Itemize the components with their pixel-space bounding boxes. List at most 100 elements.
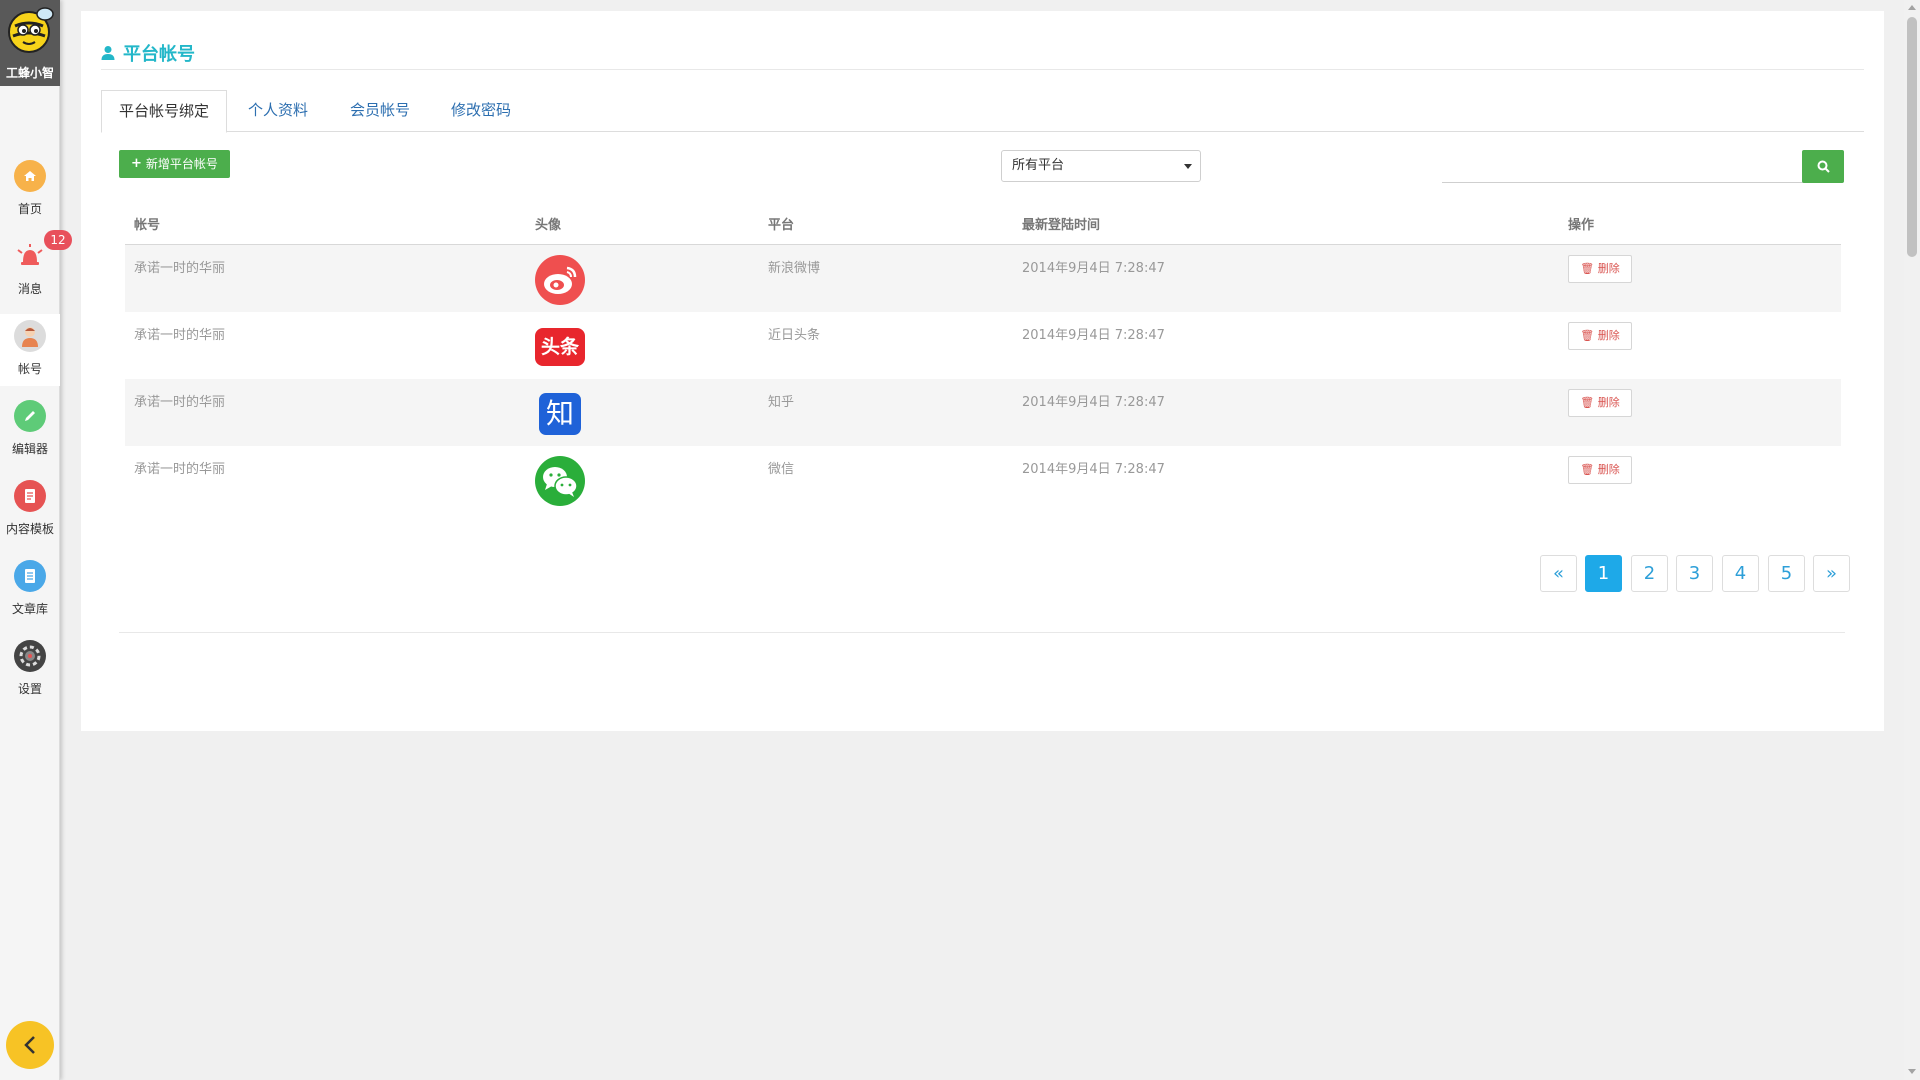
platform-cell: 微信 — [768, 462, 795, 477]
pagination-page-2[interactable]: 2 — [1631, 555, 1668, 592]
delete-button[interactable]: 🗑 删除 — [1568, 322, 1632, 350]
sidebar-item-label: 首页 — [17, 202, 42, 216]
delete-button[interactable]: 🗑 删除 — [1568, 456, 1632, 484]
plus-icon: + — [131, 156, 142, 171]
zhihu-icon: 知 — [535, 389, 585, 439]
user-icon — [101, 46, 115, 60]
sidebar-item-home[interactable]: 首页 — [0, 154, 60, 226]
delete-label: 删除 — [1597, 396, 1620, 409]
pagination-page-4[interactable]: 4 — [1722, 555, 1759, 592]
last-login-cell: 2014年9月4日 7:28:47 — [1022, 395, 1165, 410]
table-header: 帐号 头像 平台 最新登陆时间 操作 — [125, 209, 1841, 245]
delete-label: 删除 — [1597, 329, 1620, 342]
column-header-platform: 平台 — [768, 218, 795, 233]
tab-member-account[interactable]: 会员帐号 — [333, 90, 427, 132]
user-avatar-icon — [14, 320, 46, 352]
tab-change-password[interactable]: 修改密码 — [434, 90, 528, 132]
weibo-icon — [535, 255, 585, 305]
caret-down-icon — [1184, 164, 1192, 169]
toutiao-icon: 头条 — [535, 322, 585, 372]
platform-filter-value: 所有平台 — [1012, 158, 1065, 173]
scrollbar-thumb[interactable] — [1907, 17, 1917, 257]
column-header-avatar: 头像 — [535, 218, 562, 233]
delete-label: 删除 — [1597, 463, 1620, 476]
platform-filter-select[interactable]: 所有平台 — [1001, 150, 1201, 182]
add-button-label: 新增平台帐号 — [145, 157, 218, 171]
pencil-icon — [14, 400, 46, 432]
collapse-sidebar-button[interactable] — [6, 1021, 54, 1069]
trash-icon: 🗑 — [1580, 396, 1595, 409]
account-cell: 承诺一时的华丽 — [134, 462, 226, 477]
home-icon — [14, 160, 46, 192]
divider — [119, 632, 1845, 633]
brand[interactable]: 工蜂小智 — [0, 0, 60, 86]
pagination-page-5[interactable]: 5 — [1768, 555, 1805, 592]
search-input[interactable] — [1442, 150, 1804, 183]
last-login-cell: 2014年9月4日 7:28:47 — [1022, 328, 1165, 343]
scroll-down-icon[interactable] — [1908, 1069, 1916, 1074]
document-icon — [14, 560, 46, 592]
toutiao-logo-text: 头条 — [535, 328, 585, 366]
account-cell: 承诺一时的华丽 — [134, 328, 226, 343]
trash-icon: 🗑 — [1580, 463, 1595, 476]
account-cell: 承诺一时的华丽 — [134, 261, 226, 276]
template-icon — [14, 480, 46, 512]
scroll-up-icon[interactable] — [1908, 5, 1916, 10]
wechat-icon — [535, 456, 585, 506]
vertical-scrollbar[interactable] — [1904, 0, 1920, 1080]
sidebar-item-label: 内容模板 — [5, 522, 54, 536]
sidebar-item-articles[interactable]: 文章库 — [0, 554, 60, 626]
platform-cell: 新浪微博 — [768, 261, 821, 276]
sidebar-item-messages[interactable]: 12 消息 — [0, 230, 72, 306]
sidebar-item-label: 文章库 — [11, 602, 48, 616]
trash-icon: 🗑 — [1580, 262, 1595, 275]
alarm-bell-icon — [14, 240, 46, 272]
sidebar-item-label: 帐号 — [17, 362, 42, 376]
bee-mascot-icon — [8, 7, 54, 53]
sidebar-item-label: 设置 — [17, 682, 42, 696]
account-cell: 承诺一时的华丽 — [134, 395, 226, 410]
sidebar-item-label: 编辑器 — [11, 442, 48, 456]
column-header-actions: 操作 — [1568, 218, 1595, 233]
sidebar-item-label: 消息 — [17, 282, 42, 296]
column-header-account: 帐号 — [134, 218, 161, 233]
sidebar-item-settings[interactable]: 设置 — [0, 634, 60, 706]
column-header-last-login: 最新登陆时间 — [1022, 218, 1101, 233]
delete-label: 删除 — [1597, 262, 1620, 275]
pagination-page-3[interactable]: 3 — [1676, 555, 1713, 592]
tab-platform-binding[interactable]: 平台帐号绑定 — [101, 90, 228, 133]
sidebar-item-account[interactable]: 帐号 — [0, 314, 60, 386]
delete-button[interactable]: 🗑 删除 — [1568, 255, 1632, 283]
message-count-badge: 12 — [44, 230, 72, 250]
pagination-next[interactable]: » — [1813, 555, 1850, 592]
table-row: 承诺一时的华丽 知 知乎 2014年9月4日 7:28:47 🗑 删除 — [125, 379, 1841, 446]
chevron-left-icon — [24, 1036, 35, 1054]
page-title-text: 平台帐号 — [123, 44, 195, 65]
table-row: 承诺一时的华丽 微信 2014年9月4日 7:28:47 🗑 删除 — [125, 446, 1841, 513]
sidebar-item-editor[interactable]: 编辑器 — [0, 394, 60, 466]
table-row: 承诺一时的华丽 新浪微博 2014年9月4日 7:28:47 🗑 删除 — [125, 245, 1841, 312]
search-button[interactable] — [1802, 150, 1844, 183]
sidebar: 工蜂小智 首页 12 消息 帐号 编辑器 内容模板 文章库 设置 — [0, 0, 72, 1080]
sidebar-item-templates[interactable]: 内容模板 — [0, 474, 60, 546]
trash-icon: 🗑 — [1580, 329, 1595, 342]
table-row: 承诺一时的华丽 头条 近日头条 2014年9月4日 7:28:47 🗑 删除 — [125, 312, 1841, 379]
search-icon — [1817, 160, 1830, 173]
pagination-page-1[interactable]: 1 — [1585, 555, 1622, 592]
divider — [101, 69, 1864, 70]
brand-name: 工蜂小智 — [5, 66, 54, 80]
platform-cell: 近日头条 — [768, 328, 821, 343]
add-platform-account-button[interactable]: + 新增平台帐号 — [119, 150, 230, 178]
pagination-prev[interactable]: « — [1540, 555, 1577, 592]
main-panel: 平台帐号 平台帐号绑定 个人资料 会员帐号 修改密码 + 新增平台帐号 所有平台… — [81, 11, 1884, 731]
platform-accounts-table: 帐号 头像 平台 最新登陆时间 操作 承诺一时的华丽 新浪微博 2014年9月4… — [125, 209, 1841, 513]
last-login-cell: 2014年9月4日 7:28:47 — [1022, 261, 1165, 276]
platform-cell: 知乎 — [768, 395, 795, 410]
last-login-cell: 2014年9月4日 7:28:47 — [1022, 462, 1165, 477]
tab-bar: 平台帐号绑定 个人资料 会员帐号 修改密码 — [101, 90, 1864, 133]
gear-icon — [14, 640, 46, 672]
zhihu-logo-text: 知 — [539, 393, 581, 435]
delete-button[interactable]: 🗑 删除 — [1568, 389, 1632, 417]
tab-profile[interactable]: 个人资料 — [231, 90, 325, 132]
page-title: 平台帐号 — [101, 40, 195, 66]
